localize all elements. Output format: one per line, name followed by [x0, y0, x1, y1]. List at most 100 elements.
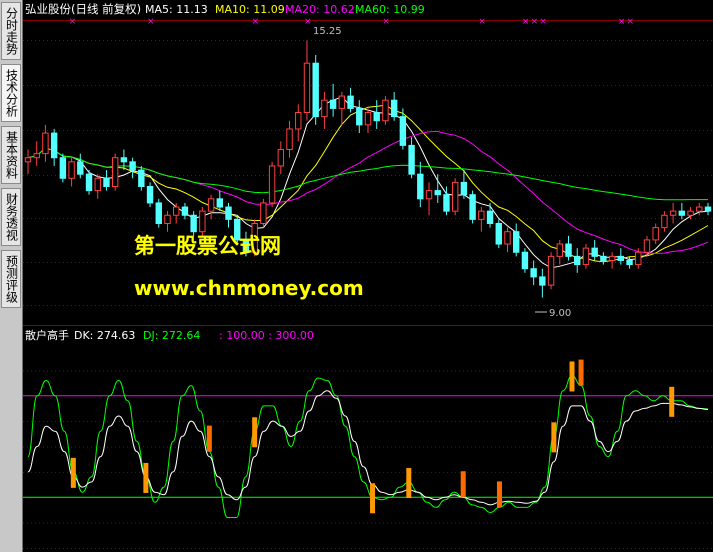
- candle-up: [33, 153, 40, 159]
- event-marker: ×: [618, 17, 626, 27]
- levels-label: : 100.00 : 300.00: [219, 329, 314, 342]
- candle-down: [486, 210, 494, 224]
- candle-down: [138, 169, 145, 187]
- buy-signal-bar: [578, 359, 584, 386]
- candle-down: [146, 185, 154, 204]
- buy-signal-bar: [496, 481, 502, 508]
- candle-up: [696, 206, 703, 212]
- sell-signal-bar: [370, 483, 376, 514]
- candle-down: [120, 157, 128, 163]
- low-price-label: 9.00: [549, 308, 571, 319]
- event-marker: ×: [478, 17, 486, 27]
- candle-up: [652, 227, 659, 241]
- sell-signal-bar: [551, 422, 557, 453]
- candle-up: [635, 251, 642, 266]
- stock-title: 弘业股份(日线 前复权): [25, 2, 141, 16]
- candle-down: [591, 247, 598, 257]
- candle-down: [77, 161, 84, 175]
- candle-down: [539, 276, 546, 286]
- candle-down: [617, 255, 625, 261]
- candle-up: [364, 112, 372, 126]
- sell-signal-bar: [70, 457, 76, 488]
- candle-up: [382, 99, 389, 122]
- candle-up: [295, 112, 302, 130]
- candle-down: [399, 116, 407, 146]
- sidebar-tab-3[interactable]: 财务透视: [1, 188, 21, 246]
- candle-down: [469, 194, 476, 220]
- candle-up: [111, 157, 119, 187]
- candle-up: [669, 210, 677, 216]
- candle-down: [50, 132, 58, 159]
- candle-up: [504, 231, 511, 245]
- buy-signal-bar: [206, 425, 212, 452]
- candle-down: [704, 206, 712, 212]
- sell-signal-bar: [252, 417, 258, 448]
- candle-up: [451, 181, 459, 212]
- sidebar-tab-4[interactable]: 预测评级: [1, 250, 21, 308]
- candle-down: [574, 255, 581, 266]
- candle-down: [190, 214, 197, 233]
- candle-up: [321, 99, 328, 118]
- candle-down: [129, 161, 136, 171]
- candle-up: [425, 190, 433, 200]
- event-marker: ×: [252, 17, 260, 27]
- candle-up: [173, 206, 180, 216]
- candle-up: [556, 243, 563, 257]
- candle-up: [661, 214, 668, 229]
- candle-down: [155, 202, 162, 224]
- candle-down: [521, 251, 529, 270]
- indicator-title: 散户高手: [25, 328, 69, 342]
- candle-up: [478, 210, 485, 220]
- candle-up: [687, 210, 694, 216]
- candle-up: [24, 157, 32, 163]
- kline-chart: × × × × × × × × × × × 弘业股份(日线 前复权) MA5: 11.13 MA10…: [23, 0, 713, 552]
- candle-down: [347, 95, 354, 109]
- candle-down: [495, 222, 502, 245]
- candle-up: [164, 214, 171, 224]
- candle-up: [608, 255, 616, 261]
- high-price-label: 15.25: [313, 26, 342, 37]
- sidebar: 分时走势技术分析基本资料财务透视预测评级: [0, 0, 23, 552]
- candle-up: [643, 239, 651, 253]
- candle-down: [408, 144, 415, 175]
- event-marker: ×: [522, 17, 530, 27]
- candle-down: [312, 62, 319, 118]
- candle-up: [277, 149, 285, 167]
- candle-down: [600, 255, 607, 261]
- ma60-label: MA60: 10.99: [355, 3, 425, 16]
- candle-up: [268, 165, 276, 204]
- sidebar-tab-0[interactable]: 分时走势: [1, 2, 21, 60]
- candle-up: [199, 210, 206, 233]
- sell-signal-bar: [669, 386, 675, 417]
- sell-signal-bar: [406, 468, 412, 499]
- event-marker: ×: [627, 17, 635, 27]
- candle-up: [547, 255, 555, 286]
- candle-up: [582, 247, 590, 266]
- sidebar-tab-1[interactable]: 技术分析: [1, 64, 21, 122]
- sell-signal-bar: [143, 462, 149, 493]
- sidebar-tab-2[interactable]: 基本资料: [1, 126, 21, 184]
- dj-label: DJ: 272.64: [143, 329, 200, 342]
- candle-down: [216, 198, 223, 208]
- candle-down: [103, 177, 110, 187]
- candle-up: [338, 95, 346, 109]
- candle-down: [59, 157, 67, 179]
- candle-down: [329, 99, 337, 109]
- candle-down: [443, 194, 450, 212]
- ma5-label: MA5: 11.13: [145, 3, 208, 16]
- candle-up: [94, 177, 101, 192]
- candle-up: [68, 161, 75, 179]
- candle-down: [373, 112, 380, 122]
- event-marker: ×: [539, 17, 547, 27]
- candle-down: [181, 206, 189, 216]
- chart-header: 弘业股份(日线 前复权) MA5: 11.13 MA10: 11.09 MA20…: [25, 2, 425, 16]
- candle-down: [530, 268, 537, 278]
- ma20-label: MA20: 10.62: [285, 3, 355, 16]
- candle-down: [85, 173, 93, 192]
- candle-down: [513, 231, 520, 253]
- candle-down: [390, 99, 398, 118]
- candle-down: [460, 181, 468, 196]
- event-marker: ×: [147, 17, 155, 27]
- candle-down: [356, 107, 363, 126]
- candle-up: [207, 198, 215, 212]
